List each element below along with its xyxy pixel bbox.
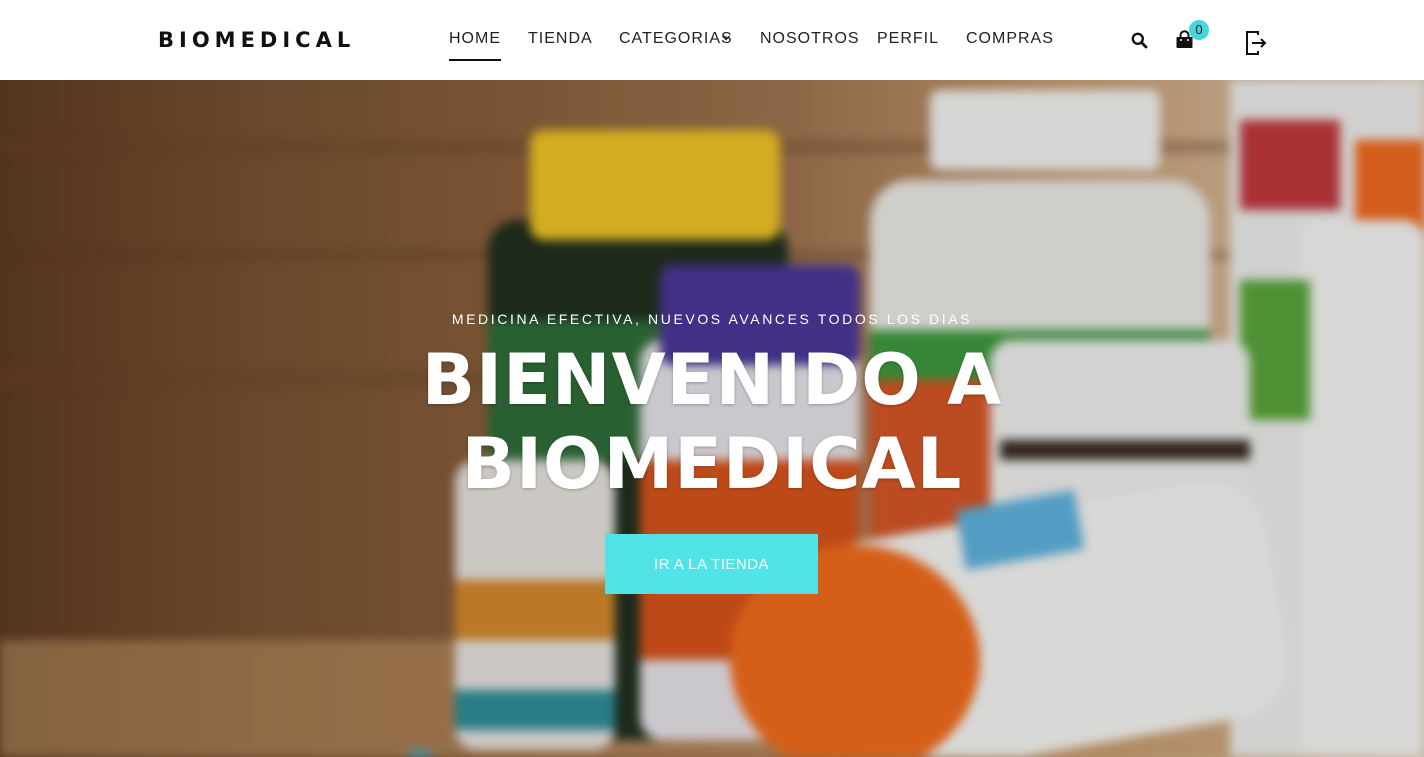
- hero-title-line: BIOMEDICAL: [461, 423, 963, 505]
- nav-item-label: CATEGORIAS: [619, 30, 733, 47]
- brand-logo[interactable]: BIOMEDICAL: [158, 27, 355, 53]
- nav-item-perfil[interactable]: PERFIL: [877, 30, 939, 62]
- site-header: BIOMEDICAL HOME TIENDA CATEGORIAS NOSOTR…: [0, 0, 1424, 80]
- hero-tagline: MEDICINA EFECTIVA, NUEVOS AVANCES TODOS …: [451, 311, 973, 327]
- logout-button[interactable]: [1244, 30, 1268, 61]
- cart-count-badge: 0: [1189, 20, 1209, 40]
- nav-item-label: HOME: [449, 30, 501, 47]
- search-icon: [1131, 32, 1148, 53]
- nav-item-nosotros[interactable]: NOSOTROS: [760, 30, 860, 62]
- hero-banner: MEDICINA EFECTIVA, NUEVOS AVANCES TODOS …: [0, 80, 1424, 757]
- go-to-store-button[interactable]: IR A LA TIENDA: [605, 534, 818, 594]
- active-underline: [449, 59, 501, 61]
- nav-item-label: TIENDA: [528, 30, 593, 47]
- hero-title: BIENVENIDO A BIOMEDICAL: [412, 338, 1012, 506]
- nav-item-home[interactable]: HOME: [449, 30, 501, 62]
- chevron-down-icon: [721, 31, 731, 50]
- nav-item-label: COMPRAS: [966, 30, 1054, 47]
- nav-item-compras[interactable]: COMPRAS: [966, 30, 1054, 62]
- shopping-bag-icon: [1175, 30, 1194, 53]
- nav-item-tienda[interactable]: TIENDA: [528, 30, 593, 62]
- logout-icon: [1244, 31, 1268, 60]
- nav-item-categorias[interactable]: CATEGORIAS: [619, 30, 733, 62]
- search-button[interactable]: [1131, 32, 1148, 54]
- nav-item-label: NOSOTROS: [760, 30, 860, 47]
- nav-item-label: PERFIL: [877, 30, 940, 47]
- hero-title-line: BIENVENIDO A: [421, 339, 1003, 421]
